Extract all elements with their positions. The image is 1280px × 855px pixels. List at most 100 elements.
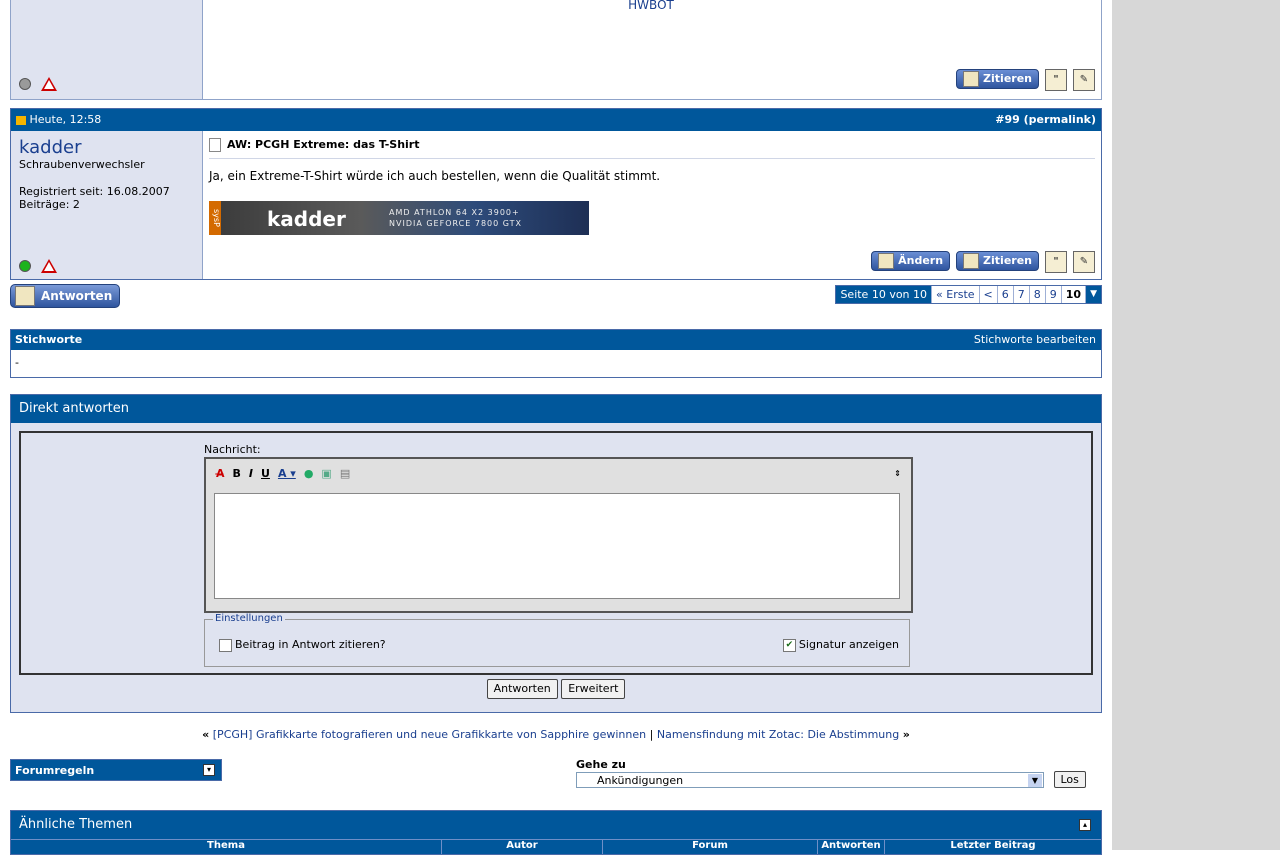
user-title: Schraubenverwechsler [19, 158, 145, 171]
new-reply-label: Antworten [41, 289, 113, 303]
quote-option-label: Beitrag in Antwort zitieren? [235, 638, 386, 651]
quick-reply-box: Direkt antworten Nachricht: A̶ B I U A ▾… [10, 394, 1102, 713]
goto-selected: Ankündigungen [597, 774, 684, 787]
reply-buttons: Antworten Erweitert [11, 679, 1101, 699]
similar-threads-columns: Thema Autor Forum Antworten Letzter Beit… [11, 839, 1101, 854]
multi-quote-icon[interactable]: " [1045, 69, 1067, 91]
prev-arrow-icon: « [202, 728, 210, 741]
quote-button[interactable]: Zitieren [956, 69, 1039, 89]
previous-post-sidebar [11, 0, 203, 99]
signature-checkbox[interactable]: ✔ [782, 638, 796, 652]
quote-icon [963, 253, 980, 269]
new-reply-button[interactable]: Antworten [10, 284, 120, 308]
italic-button[interactable]: I [249, 467, 253, 480]
quick-reply-icon[interactable]: ✎ [1073, 69, 1095, 91]
goto-select[interactable]: Ankündigungen ▼ [576, 772, 1044, 788]
page-prev[interactable]: < [978, 286, 997, 303]
post-count: Beiträge: 2 [19, 198, 80, 211]
page-menu-icon[interactable]: ▼ [1085, 286, 1101, 303]
banner-name: kadder [267, 207, 346, 231]
similar-threads-title: Ähnliche Themen [19, 817, 133, 832]
page-link[interactable]: 7 [1012, 286, 1029, 303]
forum-rules-toggle[interactable]: Forumregeln ▾ [10, 759, 222, 781]
quick-reply-header: Direkt antworten [11, 395, 1101, 423]
column-forum[interactable]: Forum [603, 840, 818, 854]
pagination: Seite 10 von 10 « Erste < 6 7 8 9 10 ▼ [835, 285, 1102, 304]
remove-format-icon[interactable]: A̶ [216, 467, 225, 480]
goto-label: Gehe zu [576, 758, 626, 771]
previous-post-actions: Zitieren " ✎ [956, 69, 1095, 91]
post-text: Ja, ein Extreme-T-Shirt würde ich auch b… [209, 169, 661, 183]
editor-toolbar: A̶ B I U A ▾ ● ▣ ▤ ⇕ [206, 459, 911, 487]
join-date: Registriert seit: 16.08.2007 [19, 185, 170, 198]
column-antworten[interactable]: Antworten [818, 840, 885, 854]
report-post-icon[interactable] [41, 259, 57, 273]
similar-threads: Ähnliche Themen ▴ Thema Autor Forum Antw… [10, 810, 1102, 855]
forum-rules-label: Forumregeln [15, 764, 95, 777]
insert-link-icon[interactable]: ● [304, 467, 314, 480]
user-info: kadder Schraubenverwechsler Registriert … [11, 131, 203, 279]
message-label: Nachricht: [204, 443, 261, 456]
next-thread-link[interactable]: Namensfindung mit Zotac: Die Abstimmung [657, 728, 899, 741]
message-textarea[interactable] [214, 493, 900, 599]
edit-icon [878, 253, 895, 269]
resize-editor-icon[interactable]: ⇕ [894, 469, 901, 478]
submit-reply-button[interactable]: Antworten [486, 679, 558, 699]
advanced-reply-button[interactable]: Erweitert [561, 679, 626, 699]
thread-navigation: « [PCGH] Grafikkarte fotografieren und n… [202, 728, 910, 741]
quote-option[interactable]: Beitrag in Antwort zitieren? [219, 638, 386, 652]
online-status-icon [19, 260, 31, 272]
post-icon [16, 115, 26, 125]
goto-button[interactable]: Los [1053, 771, 1086, 788]
expand-icon[interactable]: ▾ [203, 764, 215, 776]
report-post-icon[interactable] [41, 77, 57, 91]
column-thema[interactable]: Thema [11, 840, 442, 854]
insert-image-icon[interactable]: ▣ [321, 467, 331, 480]
previous-post: HWBOT Zitieren " ✎ [10, 0, 1102, 100]
tags-box: Stichworte Stichworte bearbeiten - [10, 329, 1102, 378]
right-gutter [1112, 0, 1280, 850]
prev-thread-link[interactable]: [PCGH] Grafikkarte fotografieren und neu… [213, 728, 646, 741]
chevron-down-icon: ▼ [1028, 774, 1042, 787]
text-color-icon[interactable]: A ▾ [278, 467, 296, 480]
page-link[interactable]: 9 [1044, 286, 1061, 303]
edit-tags-link[interactable]: Stichworte bearbeiten [974, 330, 1096, 350]
quote-checkbox[interactable] [219, 638, 232, 652]
banner-specs: AMD ATHLON 64 X2 3900+ NVIDIA GEFORCE 78… [389, 207, 522, 229]
underline-button[interactable]: U [261, 467, 270, 480]
message-editor: A̶ B I U A ▾ ● ▣ ▤ ⇕ [204, 457, 913, 613]
next-arrow-icon: » [902, 728, 910, 741]
quick-reply-icon[interactable]: ✎ [1073, 251, 1095, 273]
post-header: Heute, 12:58 #99 (permalink) [11, 109, 1101, 131]
quote-label: Zitieren [983, 254, 1032, 267]
post-title: AW: PCGH Extreme: das T-Shirt [209, 131, 1095, 159]
similar-threads-header: Ähnliche Themen ▴ [11, 811, 1101, 839]
tags-value: - [15, 356, 19, 369]
page-link[interactable]: 8 [1028, 286, 1045, 303]
page-first[interactable]: « Erste [931, 286, 979, 303]
settings-legend: Einstellungen [213, 613, 285, 624]
signature-option[interactable]: ✔ Signatur anzeigen [782, 638, 899, 652]
quote-button[interactable]: Zitieren [956, 251, 1039, 271]
page-link[interactable]: 6 [996, 286, 1013, 303]
post-permalink[interactable]: #99 (permalink) [995, 109, 1096, 131]
goto-forum: Gehe zu Ankündigungen ▼ Los [576, 758, 1102, 788]
edit-label: Ändern [898, 254, 944, 267]
previous-post-signature: HWBOT [628, 0, 674, 12]
insert-quote-icon[interactable]: ▤ [340, 467, 350, 480]
bold-button[interactable]: B [233, 467, 241, 480]
user-status-icons [19, 259, 57, 273]
signature-banner: sysP kadder AMD ATHLON 64 X2 3900+ NVIDI… [209, 201, 589, 235]
tags-title: Stichworte [15, 333, 83, 346]
banner-spec-cpu: AMD ATHLON 64 X2 3900+ [389, 208, 520, 217]
collapse-icon[interactable]: ▴ [1079, 819, 1091, 831]
multi-quote-icon[interactable]: " [1045, 251, 1067, 273]
column-letzter-beitrag[interactable]: Letzter Beitrag [885, 840, 1101, 854]
post-actions: Ändern Zitieren " ✎ [871, 251, 1095, 273]
quote-icon [963, 71, 980, 87]
post-date: Heute, 12:58 [29, 113, 102, 126]
edit-button[interactable]: Ändern [871, 251, 951, 271]
page-label: Seite 10 von 10 [836, 286, 932, 303]
column-autor[interactable]: Autor [442, 840, 603, 854]
username[interactable]: kadder [19, 137, 202, 158]
